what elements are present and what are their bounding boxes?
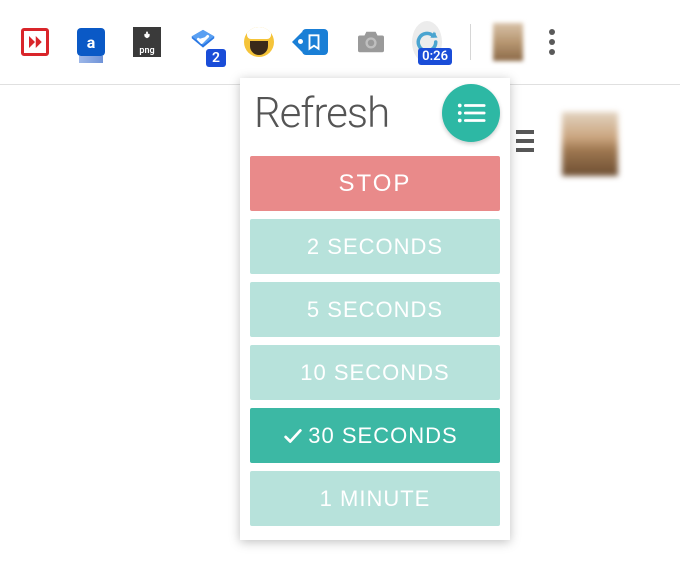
amazon-extension-icon[interactable]: a bbox=[76, 27, 106, 57]
inbox-badge: 2 bbox=[206, 49, 226, 67]
interval-label: 5 SECONDS bbox=[307, 297, 443, 323]
inbox-extension-icon[interactable]: 2 bbox=[188, 27, 218, 57]
list-settings-button[interactable] bbox=[442, 84, 500, 142]
page-avatar bbox=[562, 112, 618, 176]
interval-label: 10 SECONDS bbox=[300, 360, 449, 386]
interval-label: 30 SECONDS bbox=[308, 423, 457, 449]
refresh-popover: Refresh STOP 2 SECONDS 5 SECONDS 10 SECOND… bbox=[240, 78, 510, 540]
interval-label: 2 SECONDS bbox=[307, 234, 443, 260]
overflow-menu-icon[interactable] bbox=[549, 29, 555, 55]
interval-option[interactable]: 10 SECONDS bbox=[250, 345, 500, 400]
popover-title: Refresh bbox=[254, 89, 389, 138]
toolbar-divider bbox=[470, 24, 471, 60]
interval-option[interactable]: 1 MINUTE bbox=[250, 471, 500, 526]
refresh-countdown-badge: 0:26 bbox=[418, 48, 452, 65]
interval-option[interactable]: 30 SECONDS bbox=[250, 408, 500, 463]
png-label: png bbox=[139, 46, 154, 56]
profile-avatar-icon[interactable] bbox=[493, 23, 523, 61]
bookmark-tag-extension-icon[interactable] bbox=[300, 27, 330, 57]
stop-label: STOP bbox=[339, 170, 412, 198]
interval-label: 1 MINUTE bbox=[320, 486, 431, 512]
stop-button[interactable]: STOP bbox=[250, 156, 500, 211]
checkmark-icon bbox=[282, 425, 304, 447]
png-download-extension-icon[interactable]: png bbox=[132, 27, 162, 57]
extension-toolbar: a png 2 bbox=[0, 0, 680, 85]
auto-refresh-extension-icon[interactable]: 0:26 bbox=[412, 27, 442, 57]
popover-header: Refresh bbox=[240, 78, 510, 148]
interval-option[interactable]: 2 SECONDS bbox=[250, 219, 500, 274]
chef-extension-icon[interactable] bbox=[244, 27, 274, 57]
screenshot-extension-icon[interactable] bbox=[356, 27, 386, 57]
fastforward-extension-icon[interactable] bbox=[20, 27, 50, 57]
hamburger-menu-icon[interactable] bbox=[516, 130, 534, 152]
interval-option[interactable]: 5 SECONDS bbox=[250, 282, 500, 337]
